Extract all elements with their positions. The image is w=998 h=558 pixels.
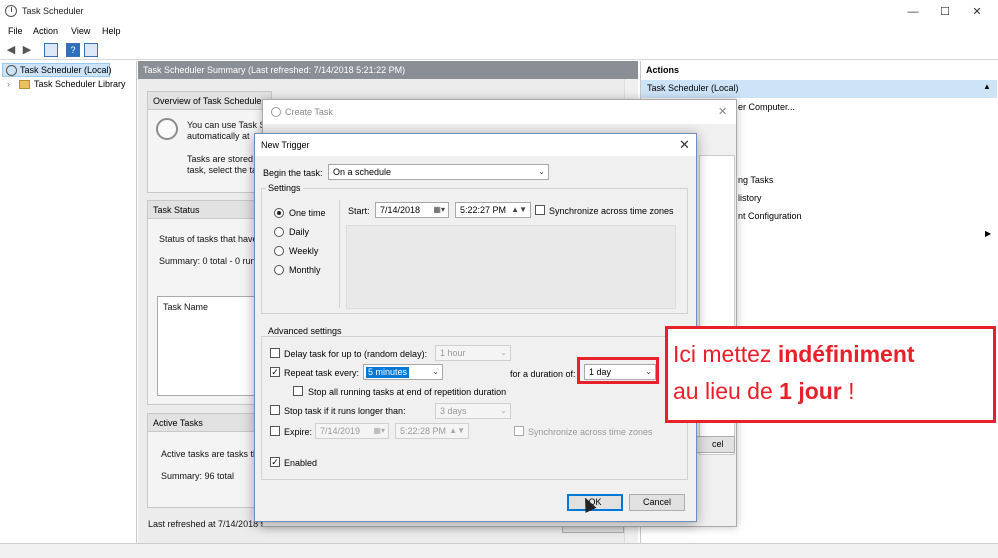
delay-checkbox[interactable]: [270, 348, 280, 358]
delay-select[interactable]: 1 hour ⌄: [435, 345, 511, 361]
collapse-arrow-icon[interactable]: ▲: [983, 82, 991, 91]
back-arrow-icon[interactable]: ◀: [4, 43, 18, 57]
start-date-picker[interactable]: 7/14/2018 ▦▾: [375, 202, 449, 218]
stop-longer-select[interactable]: 3 days ⌄: [435, 403, 511, 419]
new-trigger-title: New Trigger: [261, 140, 310, 150]
sync-timezones-checkbox[interactable]: [535, 205, 545, 215]
cancel-button[interactable]: Cancel: [629, 494, 685, 511]
expire-checkbox[interactable]: [270, 426, 280, 436]
advanced-settings-label: Advanced settings: [266, 326, 344, 336]
chevron-down-icon: ⌄: [500, 348, 507, 357]
clock-icon: [5, 5, 17, 17]
menu-help[interactable]: Help: [102, 26, 121, 36]
calendar-icon: ▦▾: [373, 426, 385, 435]
toolbar: ◀ ▶ ?: [0, 40, 998, 60]
repeat-checkbox[interactable]: ✓: [270, 367, 280, 377]
close-button[interactable]: ✕: [962, 4, 992, 20]
actions-header: Actions: [641, 61, 998, 79]
duration-highlight-box: [577, 357, 659, 384]
close-icon[interactable]: ✕: [718, 105, 727, 118]
tree-item-library[interactable]: › Task Scheduler Library: [7, 79, 126, 89]
settings-label: Settings: [266, 183, 303, 193]
window-title: Task Scheduler: [22, 6, 84, 16]
action-item[interactable]: er Computer...: [738, 102, 795, 112]
duration-label: for a duration of:: [510, 369, 576, 379]
clock-icon: [6, 65, 17, 76]
start-time-picker[interactable]: 5:22:27 PM ▲▼: [455, 202, 531, 218]
active-tasks-title: Active Tasks: [148, 414, 271, 432]
annotation-box: Ici mettez indéfiniment au lieu de 1 jou…: [665, 326, 996, 423]
chevron-right-icon: ›: [7, 79, 10, 89]
schedule-detail-panel: [346, 225, 676, 309]
create-task-title: Create Task: [285, 107, 333, 117]
actions-selected-item[interactable]: Task Scheduler (Local) ▲: [641, 80, 997, 98]
new-trigger-titlebar: New Trigger ✕: [255, 134, 696, 156]
console-tree-icon[interactable]: [44, 43, 58, 57]
summary-header: Task Scheduler Summary (Last refreshed: …: [138, 61, 638, 79]
action-pane-icon[interactable]: [84, 43, 98, 57]
tree-item-local[interactable]: Task Scheduler (Local): [2, 63, 112, 77]
spinner-icon: ▲▼: [449, 426, 465, 435]
task-name-header: Task Name: [163, 302, 209, 312]
expire-date-picker[interactable]: 7/14/2019 ▦▾: [315, 423, 389, 439]
expire-sync-checkbox[interactable]: [514, 426, 524, 436]
annotation-line-2: au lieu de 1 jour !: [673, 378, 855, 404]
minimize-button[interactable]: —: [898, 4, 928, 20]
overview-title: Overview of Task Scheduler: [148, 92, 271, 110]
new-trigger-dialog: New Trigger ✕ Begin the task: On a sched…: [254, 133, 697, 522]
title-bar: Task Scheduler — ☐ ✕: [0, 0, 998, 24]
enabled-checkbox[interactable]: ✓: [270, 457, 280, 467]
repeat-interval-select[interactable]: 5 minutes ⌄: [363, 364, 443, 380]
radio-daily[interactable]: [274, 227, 284, 237]
status-bar: [0, 543, 998, 558]
submenu-arrow-icon[interactable]: ▶: [985, 229, 991, 238]
radio-one-time[interactable]: [274, 208, 284, 218]
chevron-down-icon: ⌄: [500, 406, 507, 415]
forward-arrow-icon[interactable]: ▶: [20, 43, 34, 57]
maximize-button[interactable]: ☐: [930, 4, 960, 20]
clock-icon: [271, 107, 281, 117]
stop-all-checkbox[interactable]: [293, 386, 303, 396]
begin-task-label: Begin the task:: [263, 168, 323, 178]
menu-action[interactable]: Action: [33, 26, 58, 36]
radio-monthly[interactable]: [274, 265, 284, 275]
calendar-icon: ▦▾: [433, 205, 445, 214]
expire-time-picker[interactable]: 5:22:28 PM ▲▼: [395, 423, 469, 439]
menu-bar: File Action View Help: [0, 24, 998, 40]
spinner-icon: ▲▼: [511, 205, 527, 214]
menu-view[interactable]: View: [71, 26, 90, 36]
stop-longer-checkbox[interactable]: [270, 405, 280, 415]
task-status-title: Task Status: [148, 201, 271, 219]
annotation-line-1: Ici mettez indéfiniment: [673, 341, 915, 367]
settings-divider: [339, 200, 340, 308]
action-item[interactable]: nt Configuration: [738, 211, 802, 221]
action-item[interactable]: ng Tasks: [738, 175, 773, 185]
begin-task-select[interactable]: On a schedule ⌄: [328, 164, 549, 180]
chevron-down-icon: ⌄: [538, 167, 545, 176]
chevron-down-icon: ⌄: [432, 367, 439, 376]
radio-weekly[interactable]: [274, 246, 284, 256]
console-tree: Task Scheduler (Local) › Task Scheduler …: [0, 61, 137, 543]
clock-icon: [156, 118, 178, 140]
help-icon[interactable]: ?: [66, 43, 80, 57]
folder-icon: [19, 80, 30, 89]
action-item[interactable]: listory: [738, 193, 762, 203]
menu-file[interactable]: File: [8, 26, 23, 36]
create-task-titlebar: Create Task ✕: [263, 100, 736, 124]
close-icon[interactable]: ✕: [679, 137, 690, 153]
start-label: Start:: [348, 206, 370, 216]
